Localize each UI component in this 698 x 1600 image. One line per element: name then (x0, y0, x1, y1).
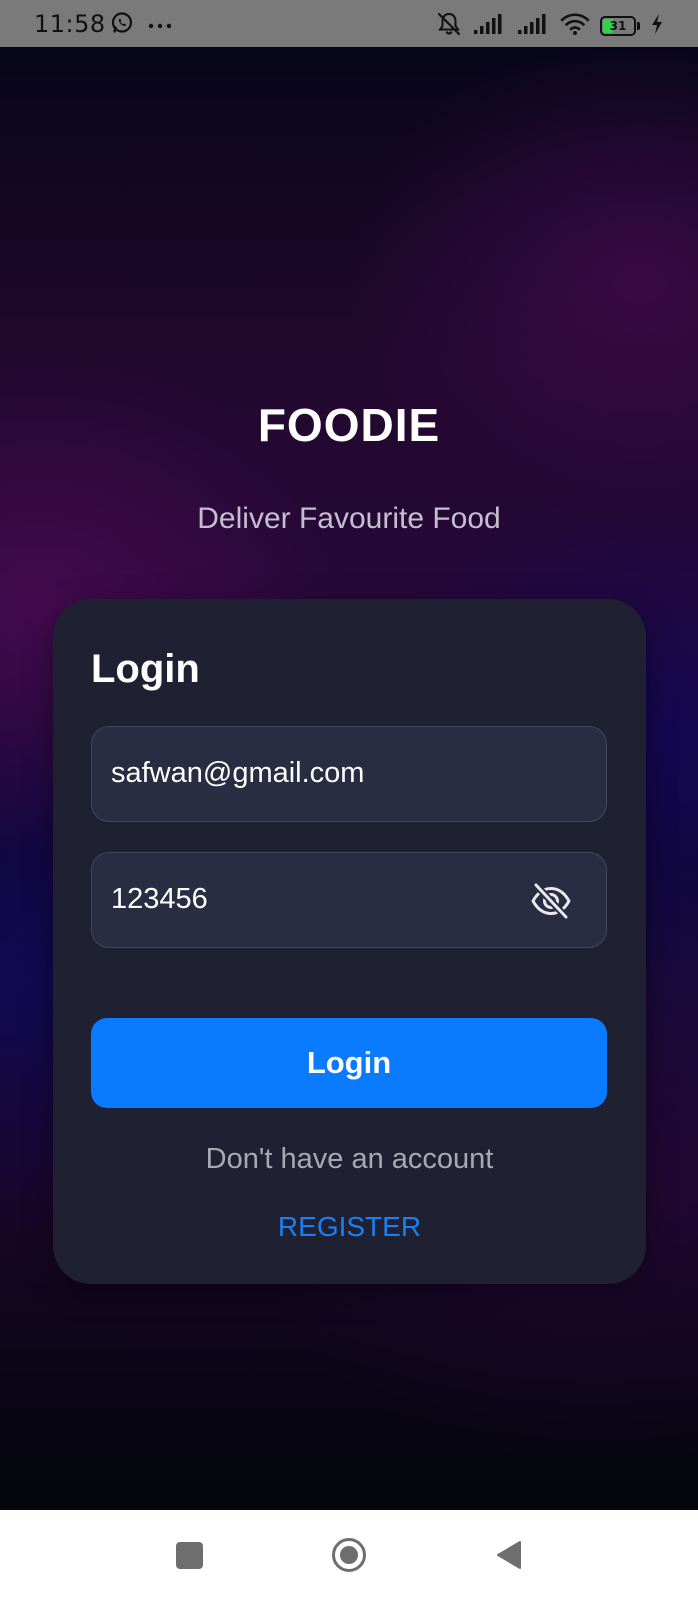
password-input[interactable] (111, 853, 511, 946)
status-right-icons: 31 (436, 11, 664, 41)
no-account-text: Don't have an account (205, 1143, 494, 1175)
email-input[interactable] (111, 727, 511, 820)
home-dot (340, 1546, 358, 1564)
home-icon (332, 1538, 366, 1572)
login-button[interactable]: Login (91, 1018, 607, 1108)
status-time: 11:58 (34, 10, 106, 38)
app-subtitle: Deliver Favourite Food (197, 502, 501, 535)
email-field[interactable] (91, 726, 607, 822)
login-card: Login Login Don't have an account REGIST… (53, 599, 646, 1284)
register-link[interactable]: REGISTER (53, 1211, 646, 1243)
charging-bolt-icon (650, 13, 664, 39)
wifi-icon (560, 12, 590, 40)
status-left-icons (110, 11, 172, 39)
battery-level: 31 (609, 19, 627, 33)
battery-indicator: 31 (600, 16, 636, 36)
notifications-off-icon (436, 11, 462, 41)
home-button[interactable] (326, 1532, 372, 1578)
recents-icon (175, 1541, 203, 1569)
back-button[interactable] (486, 1532, 532, 1578)
battery-tip (637, 22, 640, 30)
login-heading: Login (91, 647, 200, 691)
whatsapp-icon (110, 11, 134, 39)
signal-icon (472, 13, 506, 39)
more-dots-icon (148, 16, 172, 35)
password-field[interactable] (91, 852, 607, 948)
eye-off-icon[interactable] (530, 882, 572, 920)
battery-icon: 31 (600, 16, 640, 36)
recents-button[interactable] (166, 1532, 212, 1578)
app-title: FOODIE (257, 399, 441, 451)
navigation-bar (0, 1510, 698, 1600)
back-icon (497, 1541, 521, 1569)
status-bar: 11:58 31 (0, 0, 698, 47)
signal-icon (516, 13, 550, 39)
